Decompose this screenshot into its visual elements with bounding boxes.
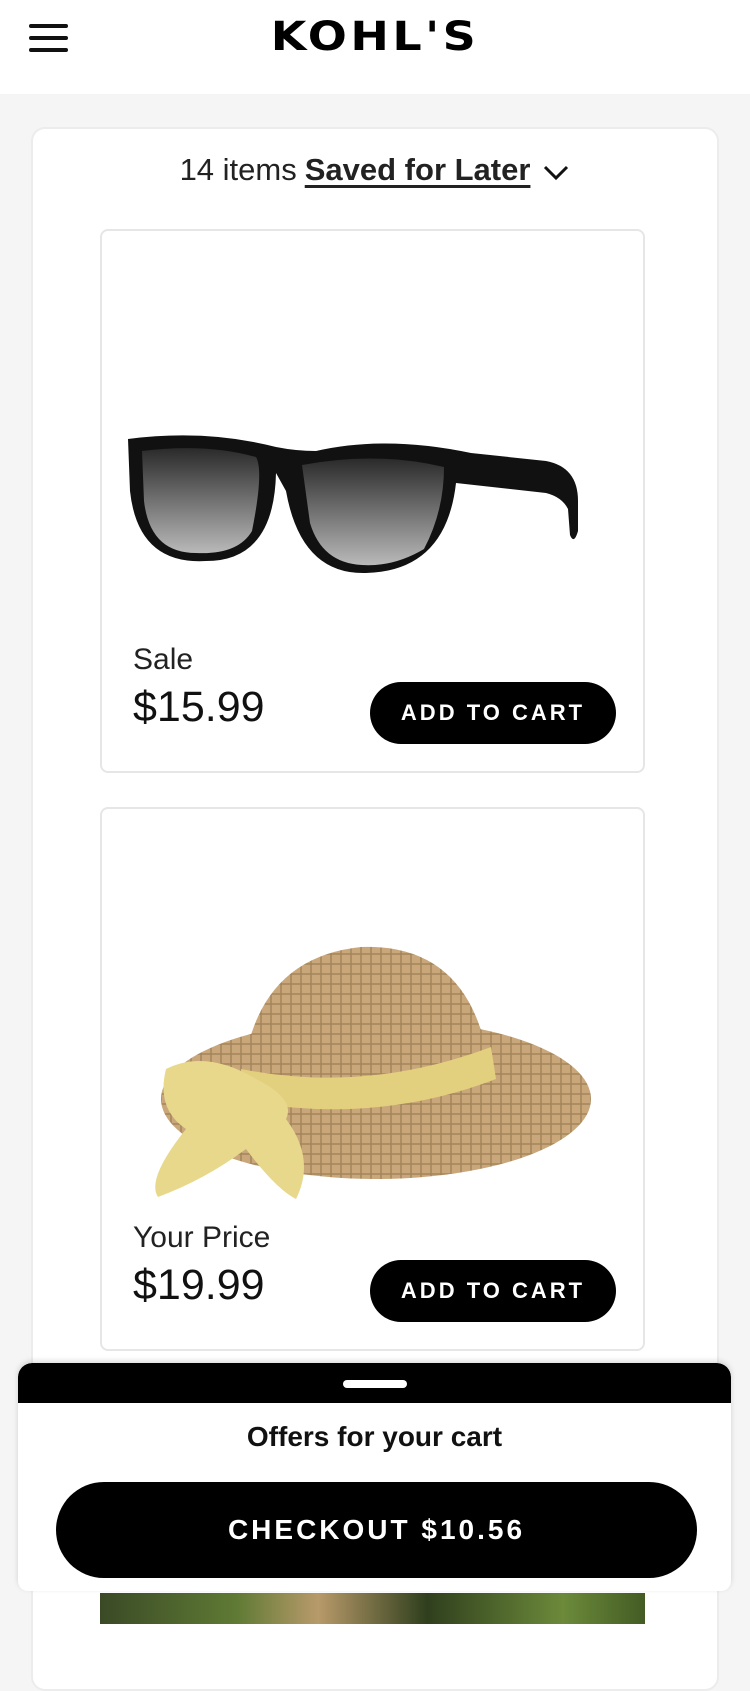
chevron-down-icon[interactable]	[542, 162, 570, 182]
sunglasses-image[interactable]	[126, 431, 596, 581]
offers-title[interactable]: Offers for your cart	[18, 1421, 731, 1453]
checkout-bottom-sheet: Offers for your cart CHECKOUT $10.56	[18, 1363, 731, 1591]
checkout-button[interactable]: CHECKOUT $10.56	[56, 1482, 697, 1578]
product-price: $15.99	[133, 683, 265, 731]
add-to-cart-button[interactable]: ADD TO CART	[370, 682, 616, 744]
price-label: Your Price	[133, 1221, 271, 1254]
saved-items-count: 14 items	[179, 152, 297, 187]
next-product-image	[100, 1593, 645, 1624]
saved-product-card[interactable]: Your Price $19.99 ADD TO CART	[100, 807, 645, 1351]
saved-for-later-link[interactable]: Saved for Later	[305, 152, 531, 187]
kohls-logo[interactable]: KOHL'S	[0, 14, 750, 60]
drag-handle[interactable]	[343, 1380, 407, 1388]
top-header: KOHL'S	[0, 0, 750, 94]
product-price: $19.99	[133, 1261, 265, 1309]
saved-for-later-header[interactable]: 14 items Saved for Later	[0, 152, 750, 188]
saved-product-card[interactable]: Sale $15.99 ADD TO CART	[100, 229, 645, 773]
add-to-cart-button[interactable]: ADD TO CART	[370, 1260, 616, 1322]
price-label: Sale	[133, 643, 194, 676]
sheet-header-bar	[18, 1363, 731, 1403]
straw-hat-image[interactable]	[146, 929, 606, 1229]
